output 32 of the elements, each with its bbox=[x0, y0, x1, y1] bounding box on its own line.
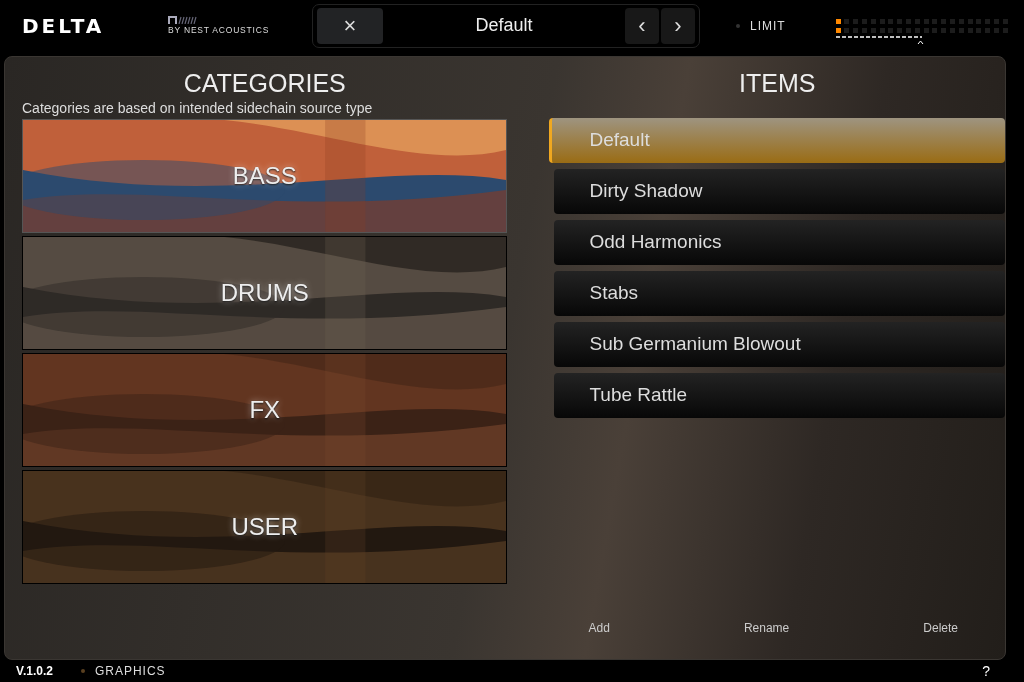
category-label: BASS bbox=[232, 161, 297, 190]
previous-button[interactable]: ‹ bbox=[625, 7, 659, 44]
preset-name[interactable]: Default bbox=[385, 15, 623, 37]
action-button[interactable]: Add bbox=[588, 621, 610, 636]
version-label: V.1.0.2 bbox=[16, 664, 53, 678]
help-button[interactable]: ? bbox=[982, 663, 990, 679]
action-button[interactable]: Rename bbox=[743, 621, 790, 636]
category-label: FX bbox=[249, 395, 281, 424]
next-button[interactable]: › bbox=[661, 7, 695, 44]
preset-item[interactable]: Stabs bbox=[554, 270, 1005, 316]
threshold-marker-icon[interactable] bbox=[835, 35, 924, 45]
category-label: USER bbox=[231, 512, 299, 541]
logo: DELTA bbox=[22, 13, 106, 38]
status-dot bbox=[80, 669, 85, 673]
category-tile[interactable]: FX bbox=[22, 352, 508, 467]
preset-item[interactable]: Tube Rattle bbox=[554, 372, 1005, 418]
preset-item[interactable]: Dirty Shadow bbox=[554, 168, 1005, 214]
section-description: Categories are based on intended sidechain source type bbox=[22, 99, 374, 118]
graphics-button[interactable]: GRAPHICS bbox=[94, 664, 166, 678]
action-button[interactable]: Delete bbox=[923, 621, 958, 636]
category-tile[interactable]: BASS bbox=[22, 118, 508, 233]
maker-name: BY NEST ACOUSTICS bbox=[168, 25, 271, 36]
section-title: CATEGORIES bbox=[182, 68, 347, 99]
section-title: ITEMS bbox=[738, 68, 817, 99]
category-tile[interactable]: USER bbox=[22, 469, 508, 584]
preset-item[interactable]: Sub Germanium Blowout bbox=[554, 321, 1005, 367]
category-tile[interactable]: DRUMS bbox=[22, 235, 508, 350]
brand-mark-icon bbox=[168, 16, 198, 25]
limit-button[interactable]: LIMIT bbox=[750, 18, 786, 33]
close-button[interactable]: × bbox=[317, 7, 383, 44]
preset-item[interactable]: Odd Harmonics bbox=[554, 219, 1005, 265]
category-label: DRUMS bbox=[220, 278, 309, 307]
